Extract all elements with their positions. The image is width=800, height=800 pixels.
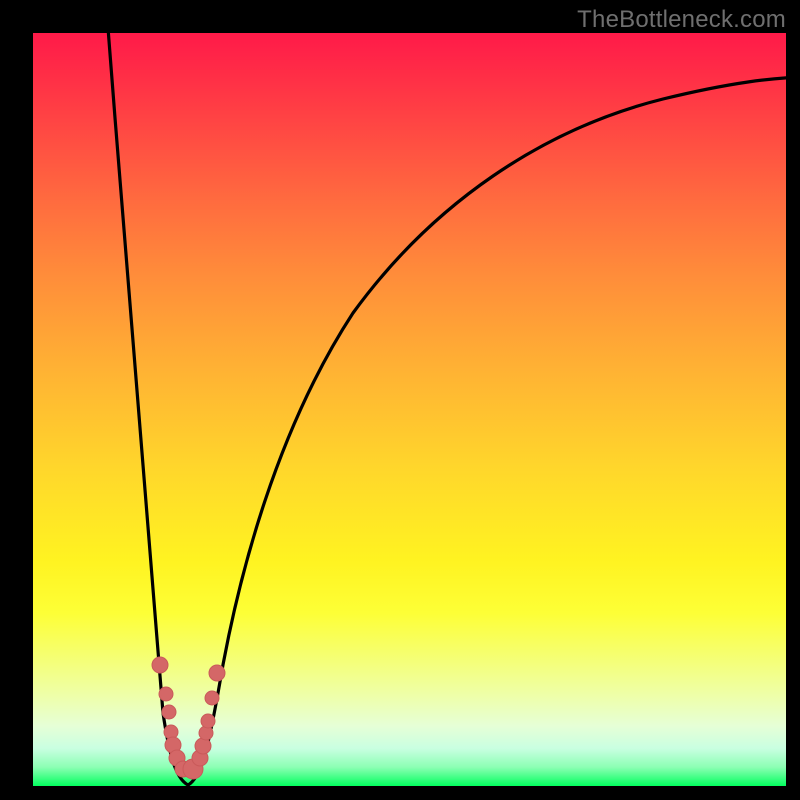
curve-right-branch [188,77,786,785]
curve-layer [33,33,786,786]
watermark-text: TheBottleneck.com [577,6,786,34]
marker-dot [152,657,168,673]
plot-area [33,33,786,786]
marker-dot [162,705,176,719]
chart-frame: TheBottleneck.com [0,0,800,800]
marker-dot [195,738,211,754]
marker-dot [209,665,225,681]
marker-dot [201,714,215,728]
marker-dot [159,687,173,701]
curve-left-branch [108,33,188,785]
marker-dot [205,691,219,705]
